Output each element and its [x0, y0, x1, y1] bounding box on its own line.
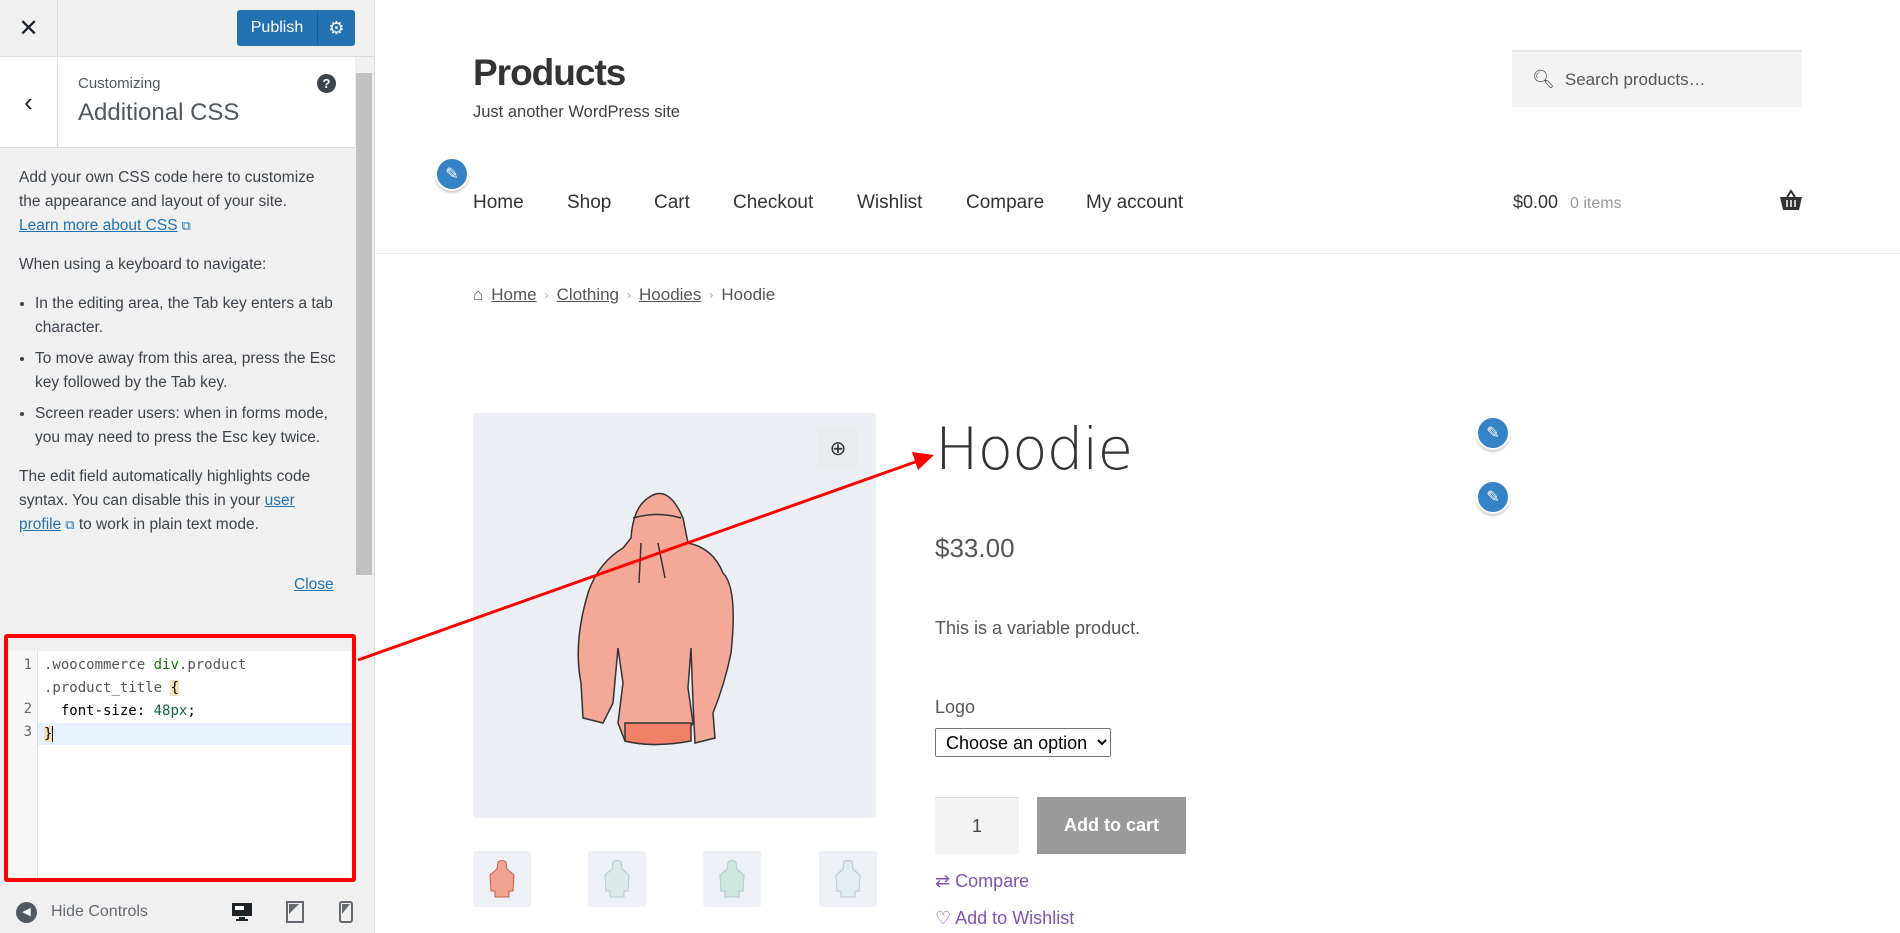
product-main-image[interactable]: [473, 413, 876, 818]
chevron-left-icon: ‹: [24, 86, 33, 117]
search-placeholder: Search products…: [1564, 69, 1706, 89]
nav-checkout[interactable]: Checkout: [733, 192, 813, 214]
header-divider: [376, 253, 1900, 254]
product-price: $33.00: [935, 533, 1015, 563]
question-icon[interactable]: ?: [317, 74, 336, 93]
zoom-in-icon: ⊕: [829, 437, 847, 460]
nav-home[interactable]: Home: [473, 192, 524, 214]
site-title[interactable]: Products: [473, 52, 626, 94]
edit-shortcut-title[interactable]: ✎: [1476, 416, 1510, 450]
learn-more-link[interactable]: Learn more about CSS: [19, 217, 178, 234]
breadcrumb-separator: ›: [544, 288, 549, 302]
publish-label[interactable]: Publish: [237, 19, 317, 37]
close-icon: ✕: [18, 14, 39, 42]
annotation-highlight-box: [4, 634, 356, 882]
cart-total[interactable]: $0.00: [1513, 192, 1558, 213]
quantity-input[interactable]: 1: [935, 797, 1019, 854]
tip-item: To move away from this area, press the E…: [35, 347, 339, 395]
attribute-label: Logo: [935, 697, 976, 717]
compare-link[interactable]: ⇄ Compare: [935, 871, 1029, 892]
zoom-image-button[interactable]: ⊕: [818, 428, 858, 468]
close-customizer-button[interactable]: ✕: [0, 0, 58, 56]
home-icon: ⌂: [473, 285, 484, 304]
breadcrumb-clothing[interactable]: Clothing: [557, 285, 619, 305]
nav-wishlist[interactable]: Wishlist: [857, 192, 922, 214]
breadcrumb: ⌂ Home › Clothing › Hoodies › Hoodie: [473, 285, 775, 305]
search-input[interactable]: 🔍︎ Search products…: [1512, 50, 1802, 107]
hide-controls-button[interactable]: Hide Controls: [51, 903, 148, 921]
product-thumbnail[interactable]: [473, 851, 531, 907]
pencil-icon: ✎: [1486, 489, 1500, 506]
back-button[interactable]: ‹: [0, 57, 58, 147]
add-to-cart-button[interactable]: Add to cart: [1037, 797, 1186, 854]
keyboard-heading: When using a keyboard to navigate:: [19, 256, 267, 273]
add-to-wishlist-link[interactable]: ♡ Add to Wishlist: [935, 908, 1074, 929]
heart-icon: ♡: [935, 908, 956, 928]
nav-cart[interactable]: Cart: [654, 192, 690, 214]
breadcrumb-hoodies[interactable]: Hoodies: [639, 285, 701, 305]
nav-compare[interactable]: Compare: [966, 192, 1044, 214]
tip-item: Screen reader users: when in forms mode,…: [35, 402, 339, 450]
edit-shortcut-menu[interactable]: ✎: [435, 157, 469, 191]
nav-my-account[interactable]: My account: [1086, 192, 1183, 214]
publish-button[interactable]: Publish ⚙: [237, 10, 355, 46]
customizing-label: Customizing: [78, 75, 161, 92]
mobile-preview-icon[interactable]: [334, 900, 358, 924]
basket-icon[interactable]: [1779, 189, 1803, 217]
customizer-header: ✕ Publish ⚙: [0, 0, 375, 57]
gear-icon[interactable]: ⚙: [317, 10, 355, 46]
product-thumbnail[interactable]: [819, 851, 877, 907]
wishlist-label: Add to Wishlist: [955, 908, 1075, 928]
intro-text: Add your own CSS code here to customize …: [19, 169, 315, 210]
breadcrumb-separator: ›: [709, 288, 714, 302]
logo-select[interactable]: Choose an option: [935, 728, 1111, 757]
external-link-icon: ⧉: [181, 218, 191, 233]
section-header: ‹ Customizing Additional CSS ?: [0, 57, 355, 148]
section-title: Additional CSS: [78, 99, 240, 126]
section-description: Add your own CSS code here to customize …: [19, 166, 339, 552]
tablet-preview-icon[interactable]: [283, 900, 307, 924]
site-tagline: Just another WordPress site: [473, 103, 680, 121]
product-title: Hoodie: [935, 415, 1133, 483]
syntax-note-end: to work in plain text mode.: [78, 516, 259, 533]
nav-shop[interactable]: Shop: [567, 192, 611, 214]
product-thumbnail[interactable]: [588, 851, 646, 907]
compare-label: Compare: [955, 871, 1030, 891]
close-link[interactable]: Close: [294, 576, 334, 594]
collapse-icon[interactable]: ◀: [16, 902, 37, 923]
breadcrumb-separator: ›: [627, 288, 632, 302]
search-icon: 🔍︎: [1532, 69, 1555, 89]
pencil-icon: ✎: [445, 166, 459, 183]
compare-arrows-icon: ⇄: [935, 871, 956, 891]
desktop-preview-icon[interactable]: [230, 900, 254, 924]
tip-item: In the editing area, the Tab key enters …: [35, 292, 339, 340]
breadcrumb-home[interactable]: Home: [491, 285, 536, 305]
product-thumbnail[interactable]: [703, 851, 761, 907]
pencil-icon: ✎: [1486, 425, 1500, 442]
edit-shortcut-summary[interactable]: ✎: [1476, 480, 1510, 514]
cart-count[interactable]: 0 items: [1570, 195, 1622, 213]
scrollbar-thumb[interactable]: [356, 73, 372, 575]
product-description: This is a variable product.: [935, 618, 1141, 638]
external-link-icon: ⧉: [65, 517, 75, 532]
breadcrumb-current: Hoodie: [721, 285, 776, 304]
